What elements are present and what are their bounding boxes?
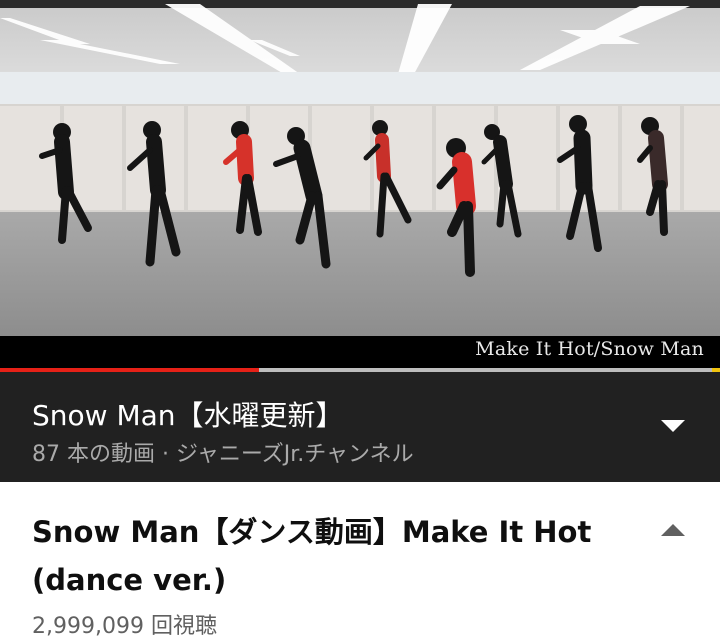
video-player[interactable]: Make It Hot/Snow Man bbox=[0, 0, 720, 372]
video-info: Snow Man【ダンス動画】Make It Hot (dance ver.) … bbox=[0, 482, 720, 640]
video-caption: Make It Hot/Snow Man bbox=[475, 338, 704, 360]
playlist-panel[interactable]: Snow Man【水曜更新】 87 本の動画 · ジャニーズJr.チャンネル bbox=[0, 372, 720, 482]
playlist-meta: 87 本の動画 · ジャニーズJr.チャンネル bbox=[32, 442, 414, 467]
video-title[interactable]: Snow Man【ダンス動画】Make It Hot (dance ver.) bbox=[32, 508, 632, 604]
view-count: 2,999,099 回視聴 bbox=[32, 614, 217, 639]
playlist-title: Snow Man【水曜更新】 bbox=[32, 399, 344, 432]
chevron-down-icon[interactable] bbox=[656, 412, 690, 440]
video-frame bbox=[0, 0, 720, 336]
chevron-up-icon[interactable] bbox=[656, 516, 690, 544]
youtube-watch-screen: Make It Hot/Snow Man Snow Man【水曜更新】 87 本… bbox=[0, 0, 720, 640]
